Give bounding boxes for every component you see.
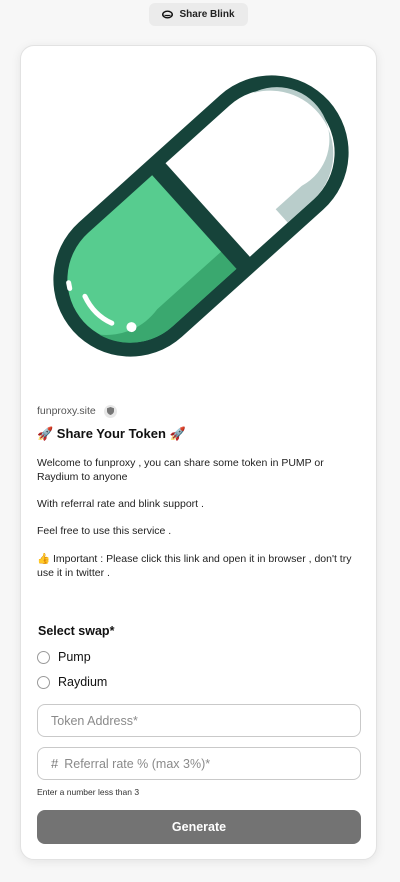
radio-button-pump[interactable]	[37, 650, 50, 664]
description-welcome: Welcome to funproxy , you can share some…	[37, 457, 324, 483]
shield-icon[interactable]	[103, 404, 117, 418]
referral-rate-field[interactable]: #	[37, 747, 361, 780]
select-swap-label: Select swap*	[38, 624, 115, 638]
hash-icon: #	[51, 756, 59, 771]
radio-label-raydium: Raydium	[58, 675, 108, 689]
generate-button[interactable]: Generate	[37, 810, 361, 844]
description-important: 👍 Important : Please click this link and…	[37, 553, 352, 579]
share-blink-header[interactable]: Share Blink	[149, 3, 248, 26]
radio-option-raydium[interactable]: Raydium	[37, 674, 107, 690]
site-domain[interactable]: funproxy.site	[37, 405, 96, 417]
blinks-logo-icon	[162, 10, 174, 19]
pill-capsule-icon	[53, 75, 349, 357]
description-referral: With referral rate and blink support .	[37, 498, 204, 510]
token-address-field[interactable]	[37, 704, 361, 737]
radio-label-pump: Pump	[58, 650, 91, 664]
card-title: 🚀 Share Your Token 🚀	[37, 426, 186, 441]
referral-rate-input[interactable]	[64, 756, 360, 771]
referral-rate-hint: Enter a number less than 3	[37, 787, 140, 797]
radio-button-raydium[interactable]	[37, 675, 50, 689]
blink-card: funproxy.site 🚀 Share Your Token 🚀 Welco…	[20, 45, 377, 860]
token-address-input[interactable]	[51, 713, 360, 728]
radio-option-pump[interactable]: Pump	[37, 649, 91, 665]
description-feel-free: Feel free to use this service .	[37, 525, 172, 537]
site-row: funproxy.site	[37, 404, 117, 418]
share-blink-title: Share Blink	[179, 9, 235, 20]
